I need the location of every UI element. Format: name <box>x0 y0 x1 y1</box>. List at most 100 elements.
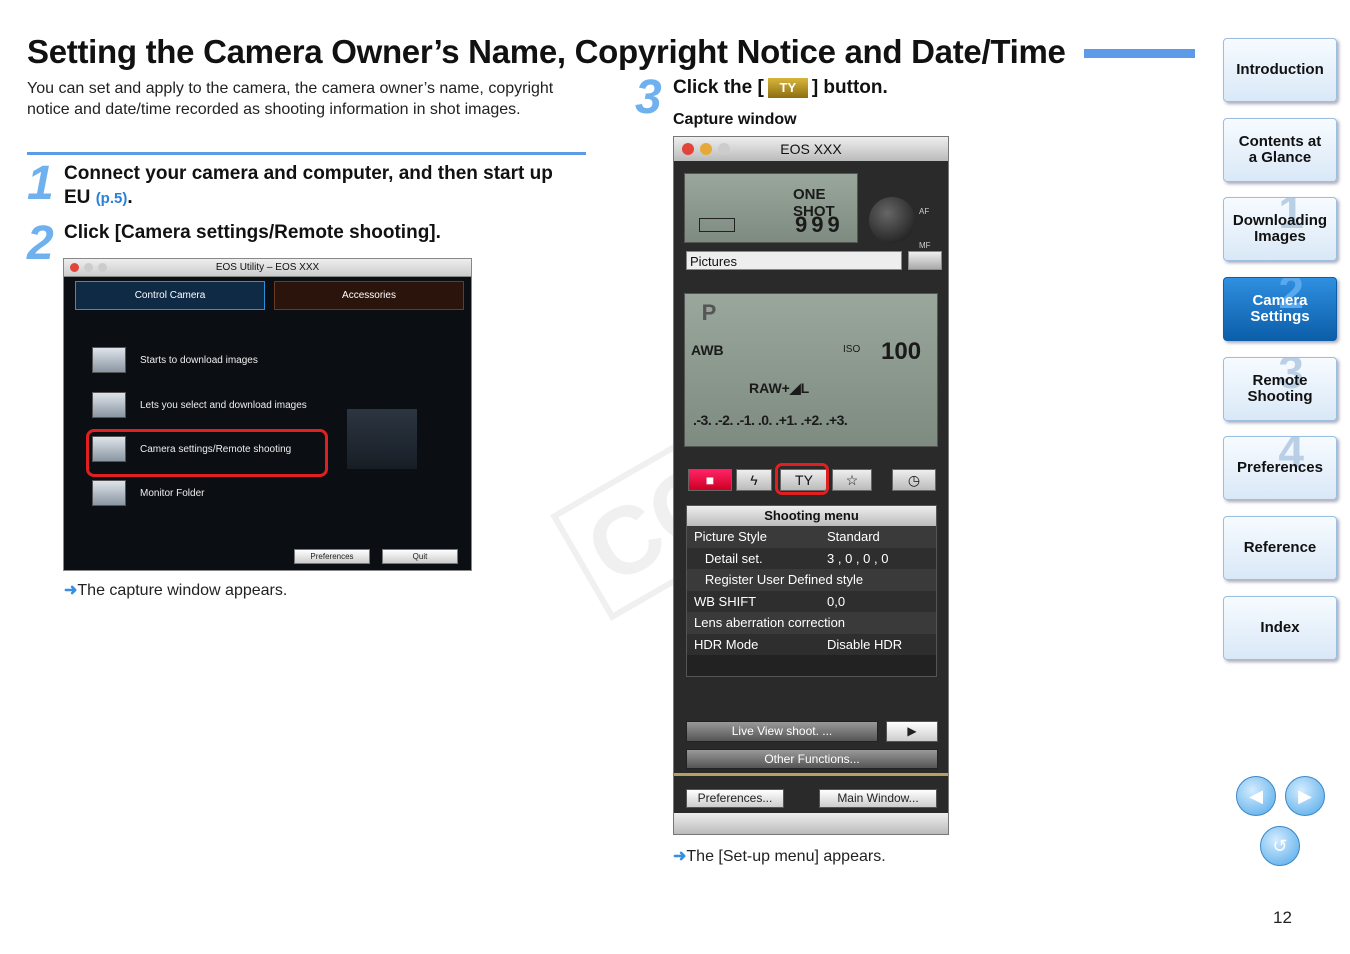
download-images-label: Starts to download images <box>140 354 258 366</box>
nav-remote-shooting[interactable]: 3 Remote Shooting <box>1223 357 1337 421</box>
highlight-box <box>86 429 328 477</box>
nav-introduction[interactable]: Introduction <box>1223 38 1337 102</box>
preferences-button[interactable]: Preferences... <box>686 789 784 808</box>
close-icon[interactable] <box>70 263 79 272</box>
step-3-text: Click the [ ΤΥ ] button. <box>673 76 888 100</box>
page-title: Setting the Camera Owner’s Name, Copyrig… <box>27 33 1066 70</box>
zoom-icon[interactable] <box>718 143 730 155</box>
capture-window-title: EOS XXX <box>780 141 842 157</box>
menu-value: Standard <box>827 529 880 545</box>
menu-item-hdr-mode[interactable]: HDR Mode Disable HDR <box>687 633 936 655</box>
eos-utility-window: EOS Utility – EOS XXX Control Camera Acc… <box>63 258 472 571</box>
previous-page-icon[interactable]: ◀ <box>1236 776 1276 816</box>
settings-lcd-panel: P AWB ISO 100 RAW+◢L .-3. .-2. .-1. .0. … <box>684 293 938 447</box>
live-view-button[interactable]: Live View shoot. ... <box>686 721 878 742</box>
step-3-number: 3 <box>635 71 662 124</box>
arrow-icon: ➜ <box>673 848 687 865</box>
menu-item-lens-aberration[interactable]: Lens aberration correction <box>687 612 936 634</box>
movie-icon[interactable]: ▶ <box>886 721 938 742</box>
menu-item-wb-shift[interactable]: WB SHIFT 0,0 <box>687 590 936 612</box>
tab-my-menu-icon[interactable]: ☆ <box>832 469 872 491</box>
nav-reference[interactable]: Reference <box>1223 516 1337 580</box>
destination-folder-field[interactable]: Pictures <box>686 251 902 270</box>
setup-button-highlight <box>775 463 829 495</box>
tab-accessories[interactable]: Accessories <box>274 281 464 310</box>
tab-timer-icon[interactable]: ◷ <box>892 469 936 491</box>
menu-label: WB SHIFT <box>694 593 757 609</box>
tab-flash-icon[interactable]: ϟ <box>736 469 772 491</box>
minimize-icon[interactable] <box>700 143 712 155</box>
af-label: AF <box>919 207 930 216</box>
nav-camera-settings[interactable]: 2 Camera Settings <box>1223 277 1337 341</box>
menu-value: 3 , 0 , 0 , 0 <box>827 550 889 566</box>
nav-downloading-images[interactable]: 1 Downloading Images <box>1223 197 1337 261</box>
shooting-mode[interactable]: P <box>691 300 727 328</box>
menu-list: Picture Style Standard Detail set. 3 , 0 ,… <box>687 526 936 655</box>
page-number: 12 <box>1273 908 1292 927</box>
iso-label: ISO <box>843 344 861 355</box>
menu-value: Disable HDR <box>827 636 903 652</box>
intro-text: You can set and apply to the camera, the… <box>27 80 554 118</box>
shutter-button[interactable] <box>869 197 915 243</box>
step-2-result: ➜The capture window appears. <box>64 580 287 600</box>
iso-value[interactable]: 100 <box>881 338 921 366</box>
main-window-button[interactable]: Main Window... <box>819 789 937 808</box>
step-3-result: ➜The [Set-up menu] appears. <box>673 846 886 866</box>
nav-index[interactable]: Index <box>1223 596 1337 660</box>
next-page-icon[interactable]: ▶ <box>1285 776 1325 816</box>
step-2-result-text: The capture window appears. <box>77 582 288 599</box>
other-functions-button[interactable]: Other Functions... <box>686 749 938 769</box>
battery-icon <box>699 218 735 232</box>
menu-value: 0,0 <box>827 593 846 609</box>
folder-menu-button[interactable] <box>908 251 942 270</box>
nav-label: Index <box>1260 619 1300 636</box>
white-balance[interactable]: AWB <box>691 342 724 358</box>
quit-button[interactable]: Quit <box>382 549 458 564</box>
menu-item-picture-style[interactable]: Picture Style Standard <box>687 526 936 548</box>
step-3-text-before: Click the [ <box>673 77 764 98</box>
nav-label: Remote Shooting <box>1247 372 1313 405</box>
step-1-text: Connect your camera and computer, and th… <box>64 162 584 211</box>
nav-label: Contents at a Glance <box>1238 133 1322 166</box>
step-3-result-text: The [Set-up menu] appears. <box>686 848 886 865</box>
menu-label: Detail set. <box>694 550 763 566</box>
shots-remaining: 999 <box>795 212 844 237</box>
menu-item-detail-set[interactable]: Detail set. 3 , 0 , 0 , 0 <box>687 547 936 569</box>
select-download-item[interactable]: Lets you select and download images <box>92 392 307 418</box>
camera-lcd-panel: ONE SHOT 999 <box>684 173 858 243</box>
exposure-scale[interactable]: .-3. .-2. .-1. .0. .+1. .+2. .+3. <box>693 412 848 428</box>
zoom-icon[interactable] <box>98 263 107 272</box>
tab-shooting-icon[interactable]: ■ <box>688 469 732 491</box>
eos-utility-titlebar: EOS Utility – EOS XXX <box>64 259 471 277</box>
download-images-item[interactable]: Starts to download images <box>92 347 258 373</box>
menu-item-register-style[interactable]: Register User Defined style <box>687 569 936 591</box>
tab-control-camera[interactable]: Control Camera <box>75 281 265 310</box>
nav-label: Introduction <box>1236 61 1324 78</box>
step-1-instruction: Connect your camera and computer, and th… <box>64 163 553 208</box>
menu-label: Lens aberration correction <box>694 615 846 631</box>
minimize-icon[interactable] <box>84 263 93 272</box>
mf-label: MF <box>919 241 931 250</box>
nav-label: Camera Settings <box>1250 292 1310 325</box>
arrow-icon: ➜ <box>64 582 78 599</box>
select-download-label: Lets you select and download images <box>140 399 307 411</box>
close-icon[interactable] <box>682 143 694 155</box>
menu-label: Picture Style <box>694 529 767 545</box>
setup-menu-icon: ΤΥ <box>767 78 808 98</box>
back-return-icon[interactable]: ↺ <box>1260 826 1300 866</box>
capture-window-caption: Capture window <box>673 111 797 128</box>
resize-grip[interactable] <box>674 813 948 834</box>
chapter-number: 4 <box>1278 436 1304 477</box>
select-download-icon <box>92 392 126 418</box>
menu-title: Shooting menu <box>687 506 936 526</box>
nav-contents-at-a-glance[interactable]: Contents at a Glance <box>1223 118 1337 182</box>
capture-window: EOS XXX ONE SHOT 999 AF MF Pictures P AW… <box>673 136 949 835</box>
divider <box>674 773 948 776</box>
nav-preferences[interactable]: 4 Preferences <box>1223 436 1337 500</box>
preferences-button[interactable]: Preferences <box>294 549 370 564</box>
monitor-folder-item[interactable]: Monitor Folder <box>92 480 204 506</box>
page-5-link[interactable]: (p.5) <box>96 190 128 207</box>
folder-icon <box>92 480 126 506</box>
image-quality[interactable]: RAW+◢L <box>749 380 809 397</box>
nav-label: Reference <box>1243 539 1317 556</box>
